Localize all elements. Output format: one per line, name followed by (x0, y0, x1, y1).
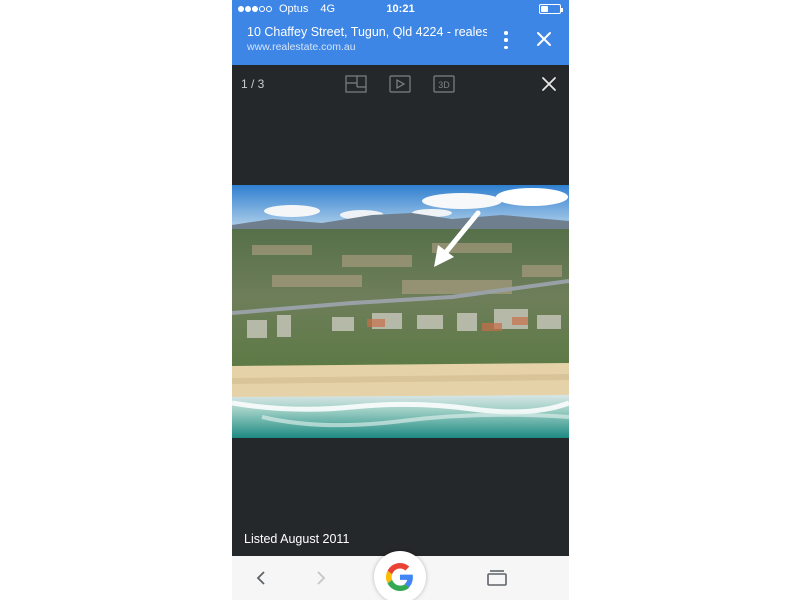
listing-caption: Listed August 2011 (244, 532, 350, 546)
google-g-icon (386, 563, 413, 591)
google-home-button[interactable] (374, 551, 426, 600)
photo-counter: 1 / 3 (241, 77, 265, 91)
3d-tour-icon[interactable]: 3D (433, 75, 455, 93)
phone-screen: Optus 4G 10:21 10 Chaffey Street, Tugun,… (232, 0, 569, 600)
chevron-right-icon[interactable] (312, 570, 328, 586)
close-icon[interactable] (541, 76, 557, 92)
svg-text:3D: 3D (438, 80, 450, 90)
more-vertical-icon[interactable] (502, 31, 510, 49)
page-domain[interactable]: www.realestate.com.au (247, 41, 356, 53)
chevron-left-icon[interactable] (254, 570, 270, 586)
battery-icon (539, 4, 563, 14)
tabs-icon[interactable] (486, 569, 508, 587)
status-time: 10:21 (386, 3, 415, 15)
close-icon[interactable] (535, 30, 553, 48)
page-title[interactable]: 10 Chaffey Street, Tugun, Qld 4224 - rea… (247, 25, 487, 39)
status-bar: Optus 4G 10:21 (232, 0, 569, 18)
floorplan-icon[interactable] (345, 75, 367, 93)
bottom-nav-bar (232, 551, 569, 600)
video-play-icon[interactable] (389, 75, 411, 93)
aerial-beach-photo[interactable] (232, 185, 569, 438)
gallery-toolbar: 1 / 3 3D (232, 65, 569, 105)
url-header: 10 Chaffey Street, Tugun, Qld 4224 - rea… (232, 18, 569, 65)
